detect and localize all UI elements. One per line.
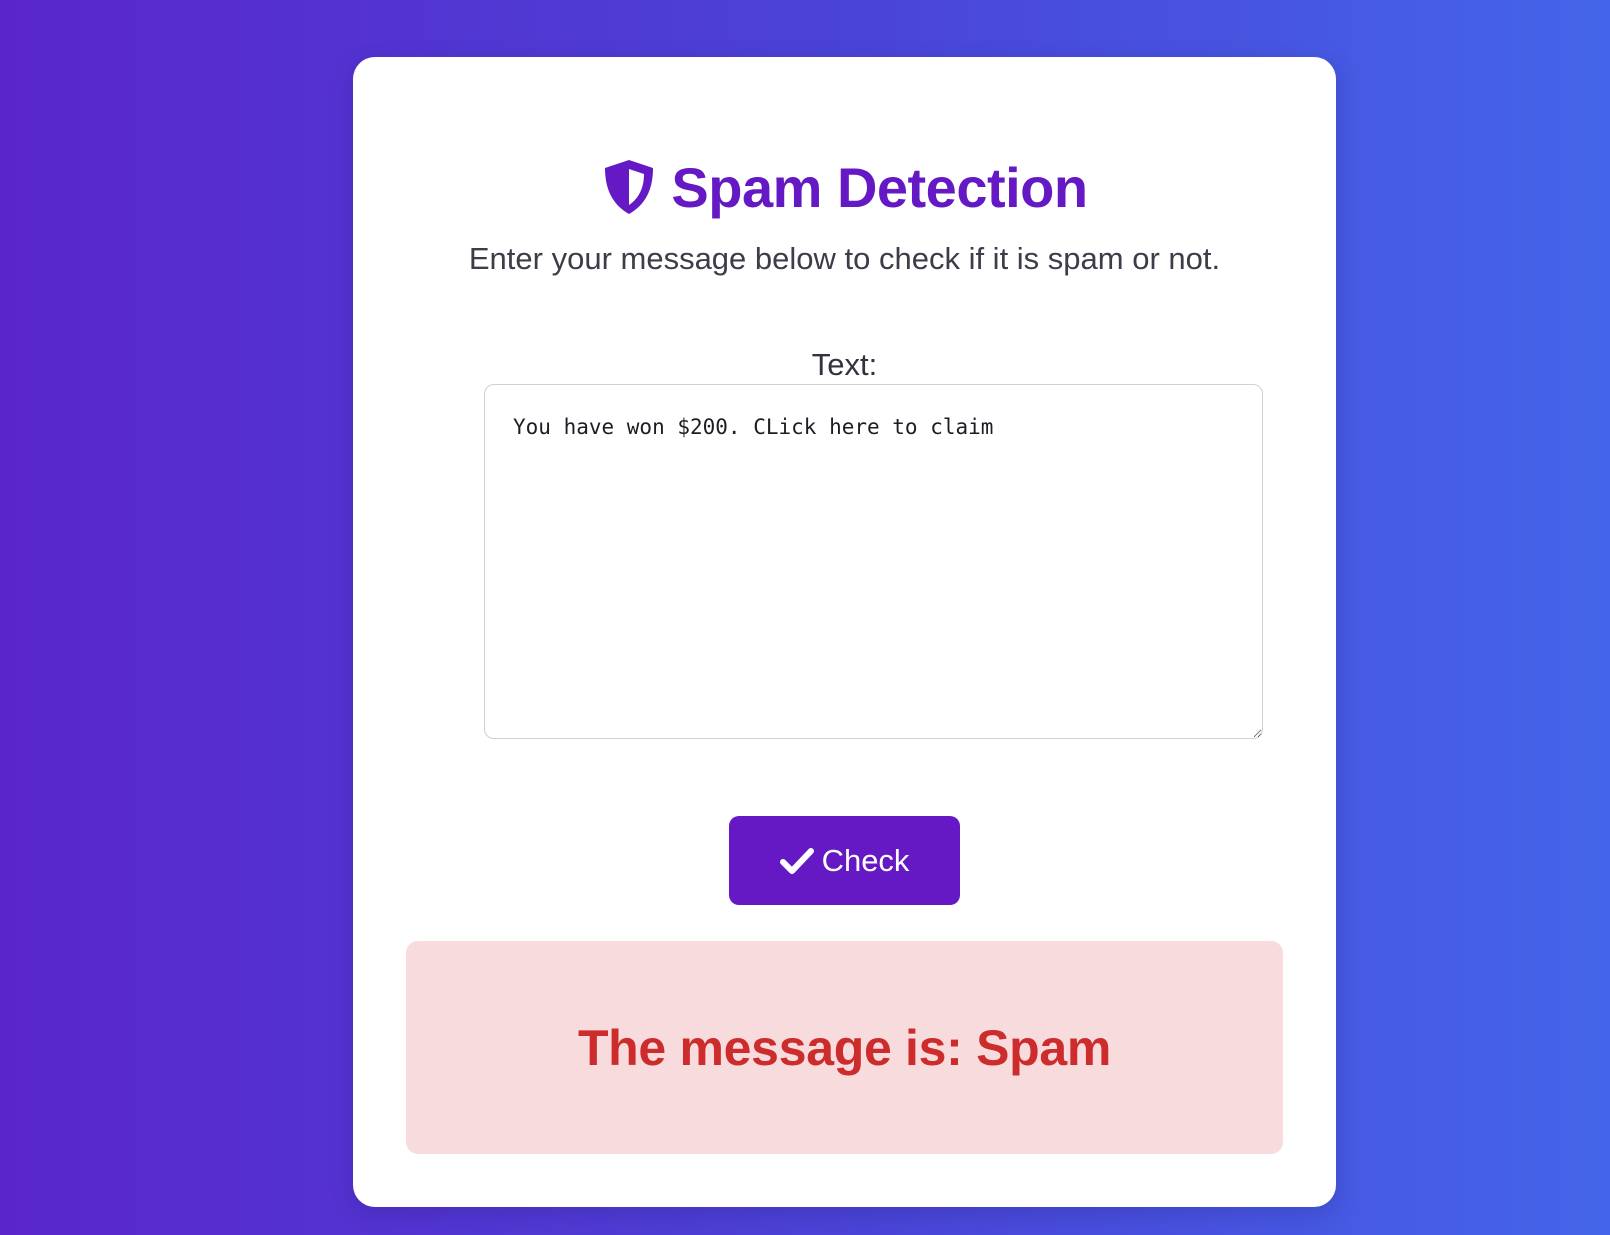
text-field-label: Text: [811, 347, 878, 382]
page-title: Spam Detection [671, 155, 1088, 219]
check-button[interactable]: Check [729, 816, 960, 905]
page-subtitle: Enter your message below to check if it … [468, 241, 1221, 276]
header: Spam Detection [353, 149, 1336, 225]
result-message: The message is: Spam [577, 1019, 1112, 1076]
message-textarea[interactable]: You have won $200. CLick here to claim [484, 384, 1263, 739]
check-button-label: Check [821, 842, 910, 878]
spam-detection-card: Spam Detection Enter your message below … [353, 57, 1336, 1207]
result-box: The message is: Spam [406, 941, 1283, 1154]
shield-icon [601, 158, 657, 216]
check-icon [779, 847, 814, 875]
